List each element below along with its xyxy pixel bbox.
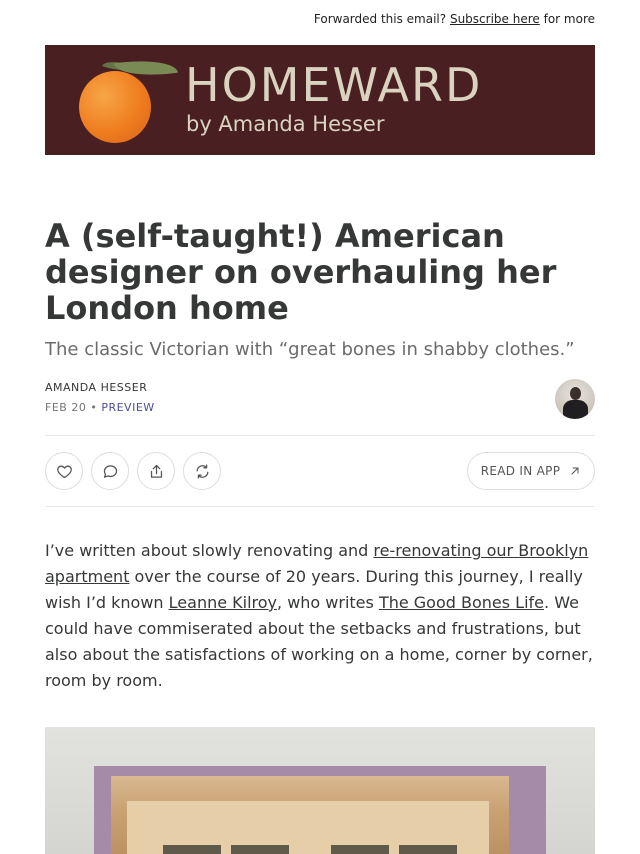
- paragraph-text: , who writes: [277, 593, 379, 612]
- publication-banner[interactable]: HOMEWARD by Amanda Hesser: [45, 45, 595, 155]
- read-in-app-button[interactable]: READ IN APP: [467, 452, 595, 490]
- restack-button[interactable]: [183, 452, 221, 490]
- subscribe-link[interactable]: Subscribe here: [450, 12, 540, 26]
- preview-badge: PREVIEW: [101, 401, 155, 414]
- comment-icon: [103, 464, 117, 478]
- post-subtitle: The classic Victorian with “great bones …: [45, 339, 575, 360]
- orange-logo-icon: [79, 71, 151, 143]
- post-meta: FEB 20 • PREVIEW: [45, 400, 155, 416]
- paragraph-text: I’ve written about slowly renovating and: [45, 541, 374, 560]
- image-window-pane: [231, 845, 289, 854]
- image-window-pane: [399, 845, 457, 854]
- share-icon: [150, 464, 162, 478]
- arrow-up-right-icon: [571, 467, 579, 475]
- forwarded-email-bar: Forwarded this email? Subscribe here for…: [45, 11, 595, 27]
- for-more-text: for more: [543, 12, 595, 26]
- heart-icon: [56, 465, 72, 478]
- author-name[interactable]: AMANDA HESSER: [45, 380, 147, 396]
- post-title[interactable]: A (self-taught!) American designer on ov…: [45, 218, 605, 326]
- good-bones-life-link[interactable]: The Good Bones Life: [379, 593, 544, 612]
- forwarded-text: Forwarded this email?: [313, 12, 447, 26]
- divider: [45, 435, 595, 436]
- article-image[interactable]: [45, 727, 595, 854]
- meta-separator: •: [90, 401, 98, 414]
- publication-name: HOMEWARD: [185, 58, 483, 112]
- share-button[interactable]: [137, 452, 175, 490]
- like-button[interactable]: [45, 452, 83, 490]
- comment-button[interactable]: [91, 452, 129, 490]
- publication-byline: by Amanda Hesser: [186, 112, 385, 136]
- avatar-body: [563, 400, 588, 419]
- image-window-pane: [331, 845, 389, 854]
- avatar-head: [570, 387, 581, 400]
- article-paragraph: I’ve written about slowly renovating and…: [45, 538, 600, 694]
- read-in-app-label: READ IN APP: [480, 464, 561, 478]
- post-date: FEB 20: [45, 401, 87, 414]
- leanne-kilroy-link[interactable]: Leanne Kilroy: [169, 593, 277, 612]
- divider: [45, 506, 595, 507]
- restack-icon: [196, 463, 208, 479]
- image-window-pane: [163, 845, 221, 854]
- author-avatar[interactable]: [555, 379, 595, 419]
